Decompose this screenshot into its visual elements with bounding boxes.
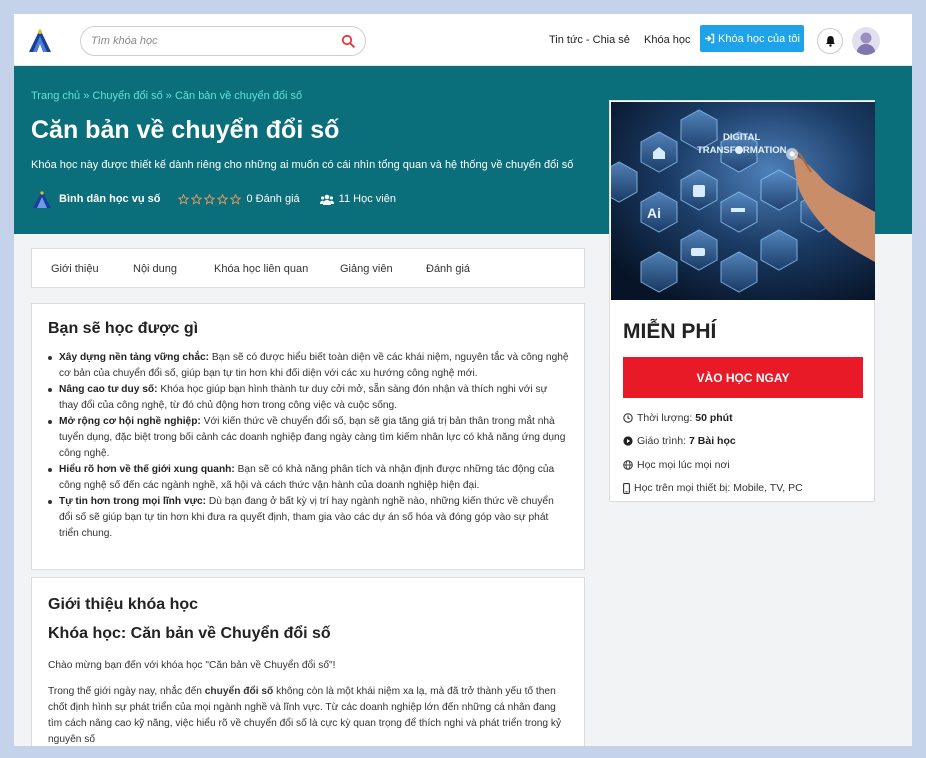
list-item-heading: Nâng cao tư duy số: <box>59 384 158 395</box>
breadcrumb-separator: » <box>165 90 172 102</box>
breadcrumb-separator: » <box>83 90 90 102</box>
my-courses-button[interactable]: Khóa học của tôi <box>700 25 804 52</box>
devices-info: Học trên mọi thiết bị: Mobile, TV, PC <box>623 482 803 494</box>
clock-icon <box>623 413 633 423</box>
tab-instructor[interactable]: Giảng viên <box>340 263 393 275</box>
bell-icon <box>825 36 835 47</box>
course-tabs: Giới thiệu Nội dung Khóa học liên quan G… <box>31 248 585 288</box>
tab-intro[interactable]: Giới thiệu <box>51 263 99 275</box>
tab-related-courses[interactable]: Khóa học liên quan <box>214 263 308 275</box>
thumbnail-heading-line-1: DIGITAL <box>723 132 760 143</box>
search-box <box>80 26 366 56</box>
devices-text: Học trên mọi thiết bị: Mobile, TV, PC <box>634 482 803 494</box>
play-circle-icon <box>623 436 633 446</box>
search-icon[interactable] <box>341 34 355 48</box>
breadcrumb-current[interactable]: Căn bản về chuyển đổi số <box>175 90 302 102</box>
course-meta: Bình dân học vụ số 0 Đánh giá 11 Học viê… <box>31 189 396 209</box>
breadcrumb-home[interactable]: Trang chủ <box>31 90 80 102</box>
star-outline-icon <box>230 193 242 205</box>
course-intro-card: Giới thiệu khóa học Khóa học: Căn bản về… <box>31 577 585 746</box>
my-courses-label: Khóa học của tôi <box>718 32 800 45</box>
list-item: Nâng cao tư duy số: Khóa học giúp bạn hì… <box>48 382 569 414</box>
what-you-learn-card: Bạn sẽ học được gì Xây dựng nền tảng vữn… <box>31 303 585 570</box>
rating-count: 0 Đánh giá <box>246 193 300 205</box>
intro-paragraph: Chào mừng bạn đến với khóa học "Căn bản … <box>48 660 336 671</box>
course-title: Căn bản về chuyển đổi số <box>31 116 340 144</box>
mobile-phone-icon <box>623 482 630 494</box>
list-item: Xây dựng nền tảng vững chắc: Bạn sẽ có đ… <box>48 350 569 382</box>
course-price: MIỄN PHÍ <box>623 320 717 343</box>
notification-button[interactable] <box>817 28 843 54</box>
student-count: 11 Học viên <box>338 193 396 205</box>
intro-paragraph: Trong thế giới ngày nay, nhắc đến chuyển… <box>48 684 572 746</box>
sign-in-icon <box>705 33 715 44</box>
user-avatar[interactable] <box>852 27 880 55</box>
star-outline-icon <box>191 193 203 205</box>
site-logo-icon[interactable] <box>26 26 54 54</box>
list-item-heading: Tự tin hơn trong mọi lĩnh vực: <box>59 496 207 507</box>
list-item: Hiểu rõ hơn về thế giới xung quanh: Bạn … <box>48 462 569 494</box>
course-intro-subtitle: Khóa học: Căn bản về Chuyển đổi số <box>48 625 331 642</box>
star-outline-icon <box>178 193 190 205</box>
rating-stars <box>178 193 242 205</box>
users-icon <box>319 194 334 205</box>
lessons-value: 7 Bài học <box>689 435 736 447</box>
course-thumbnail: Ai DIGITAL TRANSFORMATION <box>611 102 875 300</box>
learn-list: Xây dựng nền tảng vững chắc: Bạn sẽ có đ… <box>48 350 569 542</box>
search-input[interactable] <box>91 32 331 50</box>
organization-name[interactable]: Bình dân học vụ số <box>59 193 160 205</box>
lessons-label: Giáo trình: <box>637 435 687 447</box>
thumbnail-heading-line-2: TRANSFORMATION <box>697 145 787 156</box>
anywhere-text: Học mọi lúc mọi nơi <box>637 459 730 471</box>
course-sidebar: Ai DIGITAL TRANSFORMATION MIỄN PHÍ VÀO H… <box>609 100 875 502</box>
list-item-heading: Mở rộng cơ hội nghề nghiệp: <box>59 416 201 427</box>
list-item: Tự tin hơn trong mọi lĩnh vực: Dù bạn đa… <box>48 494 569 542</box>
list-item-heading: Xây dựng nền tảng vững chắc: <box>59 352 210 363</box>
breadcrumb: Trang chủ » Chuyển đổi số » Căn bản về c… <box>31 90 302 102</box>
globe-icon <box>623 460 633 470</box>
digital-transformation-image: Ai DIGITAL TRANSFORMATION <box>611 102 875 300</box>
nav-courses-link[interactable]: Khóa học <box>644 34 690 46</box>
star-outline-icon <box>204 193 216 205</box>
duration-info: Thời lượng: 50 phút <box>623 412 733 424</box>
lessons-info: Giáo trình: 7 Bài học <box>623 435 736 447</box>
breadcrumb-category[interactable]: Chuyển đổi số <box>92 90 162 102</box>
duration-value: 50 phút <box>695 412 733 424</box>
organization-logo-icon <box>33 191 51 208</box>
star-outline-icon <box>217 193 229 205</box>
app-frame: Tin tức - Chia sẻ Khóa học Khóa học của … <box>14 14 912 746</box>
list-item: Mở rộng cơ hội nghề nghiệp: Với kiến thứ… <box>48 414 569 462</box>
top-header: Tin tức - Chia sẻ Khóa học Khóa học của … <box>14 14 912 66</box>
list-item-heading: Hiểu rõ hơn về thế giới xung quanh: <box>59 464 235 475</box>
what-you-learn-title: Bạn sẽ học được gì <box>48 320 199 337</box>
ai-hexagon-label: Ai <box>647 205 661 221</box>
enroll-now-button[interactable]: VÀO HỌC NGAY <box>623 357 863 398</box>
tab-content[interactable]: Nội dung <box>133 263 177 275</box>
course-description: Khóa học này được thiết kế dành riêng ch… <box>31 159 574 171</box>
intro-highlight: chuyển đổi số <box>204 686 274 697</box>
duration-label: Thời lượng: <box>637 412 693 424</box>
tab-reviews[interactable]: Đánh giá <box>426 263 470 275</box>
course-intro-title: Giới thiệu khóa học <box>48 596 199 613</box>
anywhere-info: Học mọi lúc mọi nơi <box>623 459 730 471</box>
intro-text: Trong thế giới ngày nay, nhắc đến <box>48 686 205 697</box>
nav-news-link[interactable]: Tin tức - Chia sẻ <box>549 34 630 46</box>
user-avatar-icon <box>856 32 876 55</box>
